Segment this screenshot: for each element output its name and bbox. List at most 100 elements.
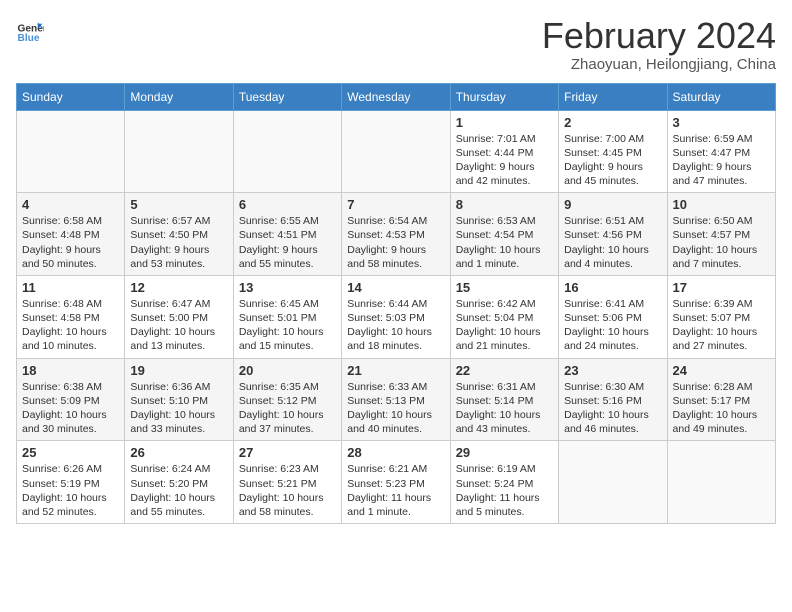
day-number: 22 bbox=[456, 363, 553, 378]
day-number: 8 bbox=[456, 197, 553, 212]
calendar-cell: 4 Sunrise: 6:58 AM Sunset: 4:48 PM Daylig… bbox=[17, 193, 125, 276]
day-number: 11 bbox=[22, 280, 119, 295]
day-detail: Sunrise: 6:47 AM Sunset: 5:00 PM Dayligh… bbox=[130, 298, 215, 353]
svg-text:Blue: Blue bbox=[18, 33, 40, 44]
calendar-cell bbox=[559, 441, 667, 524]
week-row-2: 4 Sunrise: 6:58 AM Sunset: 4:48 PM Daylig… bbox=[17, 193, 776, 276]
day-header-saturday: Saturday bbox=[667, 83, 775, 110]
day-detail: Sunrise: 6:57 AM Sunset: 4:50 PM Dayligh… bbox=[130, 215, 210, 270]
day-number: 20 bbox=[239, 363, 336, 378]
day-number: 7 bbox=[347, 197, 444, 212]
calendar-cell: 24 Sunrise: 6:28 AM Sunset: 5:17 PM Dayli… bbox=[667, 358, 775, 441]
logo: General Blue bbox=[16, 16, 44, 44]
day-detail: Sunrise: 7:00 AM Sunset: 4:45 PM Dayligh… bbox=[564, 133, 644, 188]
day-header-thursday: Thursday bbox=[450, 83, 558, 110]
day-number: 29 bbox=[456, 445, 553, 460]
day-detail: Sunrise: 6:33 AM Sunset: 5:13 PM Dayligh… bbox=[347, 381, 432, 436]
calendar-cell: 16Sunrise: 6:41 AM Sunset: 5:06 PM Dayli… bbox=[559, 275, 667, 358]
day-number: 24 bbox=[673, 363, 770, 378]
day-detail: Sunrise: 6:50 AM Sunset: 4:57 PM Dayligh… bbox=[673, 215, 758, 270]
calendar-cell: 13 Sunrise: 6:45 AM Sunset: 5:01 PM Dayli… bbox=[233, 275, 341, 358]
calendar-cell: 9 Sunrise: 6:51 AM Sunset: 4:56 PM Daylig… bbox=[559, 193, 667, 276]
day-detail: Sunrise: 6:48 AM Sunset: 4:58 PM Dayligh… bbox=[22, 298, 107, 353]
calendar-cell: 29 Sunrise: 6:19 AM Sunset: 5:24 PM Dayli… bbox=[450, 441, 558, 524]
calendar-cell: 12 Sunrise: 6:47 AM Sunset: 5:00 PM Dayli… bbox=[125, 275, 233, 358]
calendar-cell: 19Sunrise: 6:36 AM Sunset: 5:10 PM Dayli… bbox=[125, 358, 233, 441]
calendar-cell: 26 Sunrise: 6:24 AM Sunset: 5:20 PM Dayli… bbox=[125, 441, 233, 524]
subtitle: Zhaoyuan, Heilongjiang, China bbox=[542, 56, 776, 73]
day-number: 13 bbox=[239, 280, 336, 295]
day-detail: Sunrise: 6:28 AM Sunset: 5:17 PM Dayligh… bbox=[673, 381, 758, 436]
day-number: 25 bbox=[22, 445, 119, 460]
day-detail: Sunrise: 6:23 AM Sunset: 5:21 PM Dayligh… bbox=[239, 463, 324, 518]
week-row-4: 18 Sunrise: 6:38 AM Sunset: 5:09 PM Dayli… bbox=[17, 358, 776, 441]
day-number: 15 bbox=[456, 280, 553, 295]
calendar-cell: 14 Sunrise: 6:44 AM Sunset: 5:03 PM Dayli… bbox=[342, 275, 450, 358]
day-header-sunday: Sunday bbox=[17, 83, 125, 110]
day-detail: Sunrise: 6:21 AM Sunset: 5:23 PM Dayligh… bbox=[347, 463, 431, 518]
day-detail: Sunrise: 6:42 AM Sunset: 5:04 PM Dayligh… bbox=[456, 298, 541, 353]
day-detail: Sunrise: 6:55 AM Sunset: 4:51 PM Dayligh… bbox=[239, 215, 319, 270]
calendar-cell: 17 Sunrise: 6:39 AM Sunset: 5:07 PM Dayli… bbox=[667, 275, 775, 358]
day-header-tuesday: Tuesday bbox=[233, 83, 341, 110]
day-number: 9 bbox=[564, 197, 661, 212]
calendar-cell bbox=[17, 110, 125, 193]
day-number: 12 bbox=[130, 280, 227, 295]
day-number: 5 bbox=[130, 197, 227, 212]
day-number: 21 bbox=[347, 363, 444, 378]
day-number: 26 bbox=[130, 445, 227, 460]
day-header-friday: Friday bbox=[559, 83, 667, 110]
day-detail: Sunrise: 6:59 AM Sunset: 4:47 PM Dayligh… bbox=[673, 133, 753, 188]
week-row-5: 25Sunrise: 6:26 AM Sunset: 5:19 PM Dayli… bbox=[17, 441, 776, 524]
calendar-cell: 28 Sunrise: 6:21 AM Sunset: 5:23 PM Dayli… bbox=[342, 441, 450, 524]
day-detail: Sunrise: 6:24 AM Sunset: 5:20 PM Dayligh… bbox=[130, 463, 215, 518]
week-row-3: 11 Sunrise: 6:48 AM Sunset: 4:58 PM Dayli… bbox=[17, 275, 776, 358]
calendar-cell: 10Sunrise: 6:50 AM Sunset: 4:57 PM Dayli… bbox=[667, 193, 775, 276]
day-detail: Sunrise: 6:51 AM Sunset: 4:56 PM Dayligh… bbox=[564, 215, 649, 270]
day-detail: Sunrise: 6:53 AM Sunset: 4:54 PM Dayligh… bbox=[456, 215, 541, 270]
day-detail: Sunrise: 6:38 AM Sunset: 5:09 PM Dayligh… bbox=[22, 381, 107, 436]
calendar-cell: 2Sunrise: 7:00 AM Sunset: 4:45 PM Daylig… bbox=[559, 110, 667, 193]
calendar-cell: 22 Sunrise: 6:31 AM Sunset: 5:14 PM Dayli… bbox=[450, 358, 558, 441]
day-detail: Sunrise: 6:19 AM Sunset: 5:24 PM Dayligh… bbox=[456, 463, 540, 518]
day-detail: Sunrise: 6:54 AM Sunset: 4:53 PM Dayligh… bbox=[347, 215, 427, 270]
title-area: February 2024 Zhaoyuan, Heilongjiang, Ch… bbox=[542, 16, 776, 73]
calendar-cell bbox=[125, 110, 233, 193]
day-number: 28 bbox=[347, 445, 444, 460]
day-detail: Sunrise: 6:30 AM Sunset: 5:16 PM Dayligh… bbox=[564, 381, 649, 436]
day-number: 14 bbox=[347, 280, 444, 295]
day-header-row: SundayMondayTuesdayWednesdayThursdayFrid… bbox=[17, 83, 776, 110]
day-header-monday: Monday bbox=[125, 83, 233, 110]
calendar-cell: 20Sunrise: 6:35 AM Sunset: 5:12 PM Dayli… bbox=[233, 358, 341, 441]
page-header: General Blue February 2024 Zhaoyuan, Hei… bbox=[16, 16, 776, 73]
day-detail: Sunrise: 6:39 AM Sunset: 5:07 PM Dayligh… bbox=[673, 298, 758, 353]
day-number: 27 bbox=[239, 445, 336, 460]
calendar-cell: 25Sunrise: 6:26 AM Sunset: 5:19 PM Dayli… bbox=[17, 441, 125, 524]
day-detail: Sunrise: 6:45 AM Sunset: 5:01 PM Dayligh… bbox=[239, 298, 324, 353]
calendar-table: SundayMondayTuesdayWednesdayThursdayFrid… bbox=[16, 83, 776, 524]
calendar-cell bbox=[233, 110, 341, 193]
day-detail: Sunrise: 6:44 AM Sunset: 5:03 PM Dayligh… bbox=[347, 298, 432, 353]
day-number: 1 bbox=[456, 115, 553, 130]
day-header-wednesday: Wednesday bbox=[342, 83, 450, 110]
calendar-cell: 23Sunrise: 6:30 AM Sunset: 5:16 PM Dayli… bbox=[559, 358, 667, 441]
day-number: 16 bbox=[564, 280, 661, 295]
day-number: 17 bbox=[673, 280, 770, 295]
day-number: 3 bbox=[673, 115, 770, 130]
calendar-cell: 3 Sunrise: 6:59 AM Sunset: 4:47 PM Daylig… bbox=[667, 110, 775, 193]
logo-icon: General Blue bbox=[16, 16, 44, 44]
calendar-cell: 7 Sunrise: 6:54 AM Sunset: 4:53 PM Daylig… bbox=[342, 193, 450, 276]
day-detail: Sunrise: 6:36 AM Sunset: 5:10 PM Dayligh… bbox=[130, 381, 215, 436]
calendar-cell: 8 Sunrise: 6:53 AM Sunset: 4:54 PM Daylig… bbox=[450, 193, 558, 276]
day-number: 18 bbox=[22, 363, 119, 378]
calendar-cell: 21 Sunrise: 6:33 AM Sunset: 5:13 PM Dayli… bbox=[342, 358, 450, 441]
calendar-cell: 1Sunrise: 7:01 AM Sunset: 4:44 PM Daylig… bbox=[450, 110, 558, 193]
calendar-cell: 11 Sunrise: 6:48 AM Sunset: 4:58 PM Dayli… bbox=[17, 275, 125, 358]
calendar-cell: 27 Sunrise: 6:23 AM Sunset: 5:21 PM Dayli… bbox=[233, 441, 341, 524]
day-detail: Sunrise: 6:58 AM Sunset: 4:48 PM Dayligh… bbox=[22, 215, 102, 270]
calendar-cell: 15 Sunrise: 6:42 AM Sunset: 5:04 PM Dayli… bbox=[450, 275, 558, 358]
calendar-cell bbox=[667, 441, 775, 524]
day-number: 4 bbox=[22, 197, 119, 212]
day-detail: Sunrise: 6:31 AM Sunset: 5:14 PM Dayligh… bbox=[456, 381, 541, 436]
calendar-cell: 18 Sunrise: 6:38 AM Sunset: 5:09 PM Dayli… bbox=[17, 358, 125, 441]
